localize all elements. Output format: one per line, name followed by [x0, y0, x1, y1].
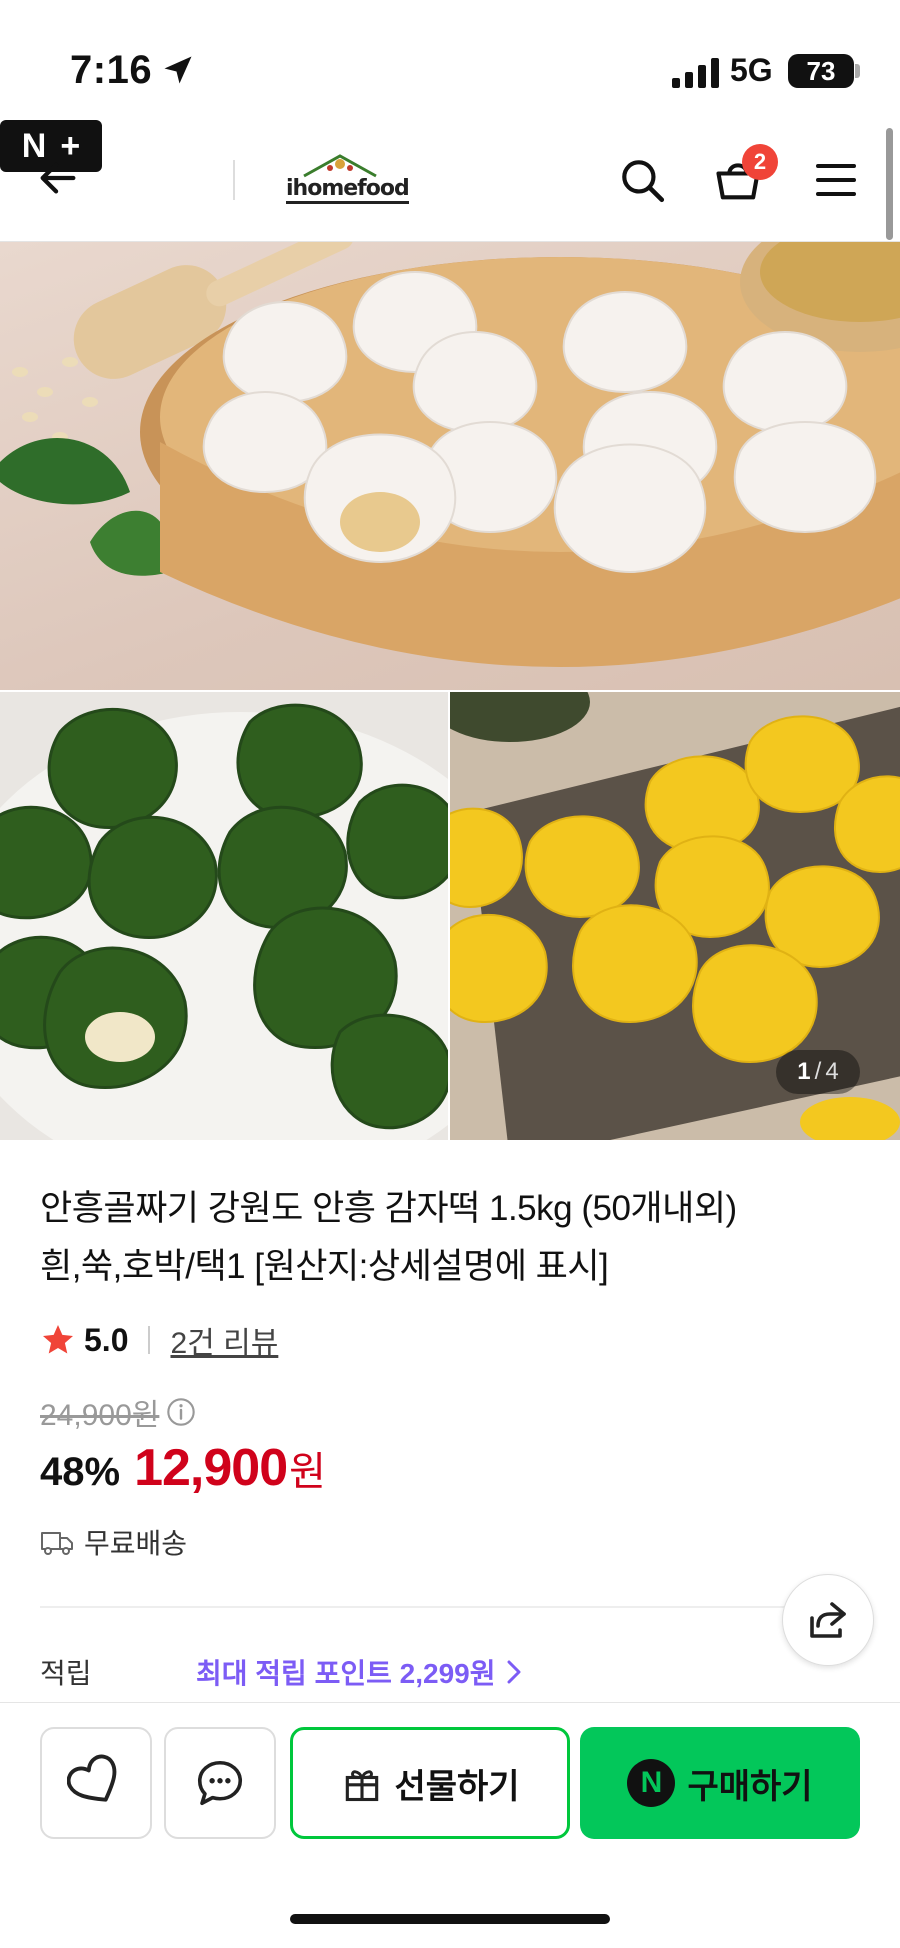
section-divider — [40, 1606, 860, 1608]
discount-rate: 48% — [40, 1450, 121, 1494]
arrow-left-icon — [40, 162, 76, 194]
current-image-index: 1 — [797, 1058, 811, 1085]
menu-button[interactable] — [806, 150, 866, 210]
store-logo[interactable]: ihomefood — [284, 150, 410, 214]
info-icon[interactable] — [165, 1396, 197, 1428]
status-time: 7:16 — [70, 48, 153, 92]
star-icon — [43, 1325, 73, 1354]
product-image-white-rice-cakes — [0, 242, 900, 690]
chevron-right-icon — [507, 1660, 520, 1684]
product-image-gallery[interactable] — [0, 242, 900, 1140]
naver-pay-icon: N — [627, 1759, 676, 1807]
gift-button[interactable]: 선물하기 — [290, 1727, 570, 1839]
sale-price-row: 48% 12,900 원 — [40, 1438, 326, 1504]
buy-button-label: 구매하기 — [687, 1767, 813, 1806]
status-bar: 7:16 5G 73 — [0, 0, 900, 120]
sale-price: 12,900 — [134, 1439, 288, 1497]
product-title-line-2: 흰,쑥,호박/택1 [원산지:상세설명에 표시] — [40, 1247, 609, 1286]
original-price-row: 24,900원 — [40, 1390, 197, 1434]
battery-indicator: 73 — [788, 54, 854, 88]
heart-icon — [67, 1754, 117, 1802]
rating-separator — [148, 1326, 151, 1354]
page-separator: / — [814, 1058, 822, 1085]
talktalk-button[interactable] — [164, 1727, 276, 1839]
network-type: 5G — [730, 52, 773, 88]
header-divider — [233, 160, 235, 200]
cart-count-badge: 2 — [742, 144, 778, 180]
store-logo-text: ihomefood — [286, 176, 410, 204]
buy-button[interactable]: N 구매하기 — [580, 1727, 860, 1839]
points-label: 적립 — [40, 1658, 92, 1689]
product-title-line-1: 안흥골짜기 강원도 안흥 감자떡 1.5kg (50개내외) — [40, 1189, 737, 1228]
chat-bubble-icon — [197, 1760, 243, 1806]
original-price: 24,900원 — [40, 1399, 160, 1432]
delivery-label: 무료배송 — [84, 1528, 188, 1559]
hamburger-menu-icon — [816, 164, 856, 196]
share-icon — [810, 1602, 846, 1638]
search-icon — [622, 160, 665, 203]
rating-row: 5.0 2건 리뷰 — [40, 1318, 278, 1362]
share-button[interactable] — [782, 1574, 874, 1666]
back-button[interactable] — [28, 148, 88, 208]
gift-icon — [346, 1770, 379, 1802]
rice-cake-steamer-illustration — [0, 242, 900, 667]
delivery-row: 무료배송 — [40, 1522, 187, 1562]
search-button[interactable] — [612, 150, 672, 210]
review-count-link[interactable]: 2건 리뷰 — [170, 1318, 278, 1362]
product-title: 안흥골짜기 강원도 안흥 감자떡 1.5kg (50개내외) 흰,쑥,호박/택1… — [40, 1180, 860, 1296]
total-images: 4 — [825, 1058, 839, 1085]
price-unit: 원 — [289, 1450, 326, 1494]
home-indicator[interactable] — [290, 1914, 610, 1924]
image-page-counter: 1 / 4 — [776, 1050, 860, 1094]
wishlist-button[interactable] — [40, 1727, 152, 1839]
product-image-mugwort-rice-cakes — [0, 692, 448, 1140]
location-arrow-icon — [164, 56, 192, 84]
scroll-indicator[interactable] — [886, 128, 893, 240]
delivery-truck-icon — [41, 1532, 73, 1555]
gift-button-label: 선물하기 — [394, 1767, 520, 1806]
points-row[interactable]: 적립 최대 적립 포인트 2,299원 — [40, 1650, 524, 1694]
mugwort-rice-cakes-illustration — [0, 703, 448, 1140]
signal-bars-icon — [672, 58, 719, 88]
app-header: N + ihomefood 2 — [0, 120, 900, 242]
bottom-action-bar: 선물하기 N 구매하기 — [0, 1702, 900, 1948]
battery-cap — [855, 64, 860, 78]
rating-value: 5.0 — [84, 1321, 129, 1358]
points-value[interactable]: 최대 적립 포인트 2,299원 — [196, 1652, 496, 1692]
